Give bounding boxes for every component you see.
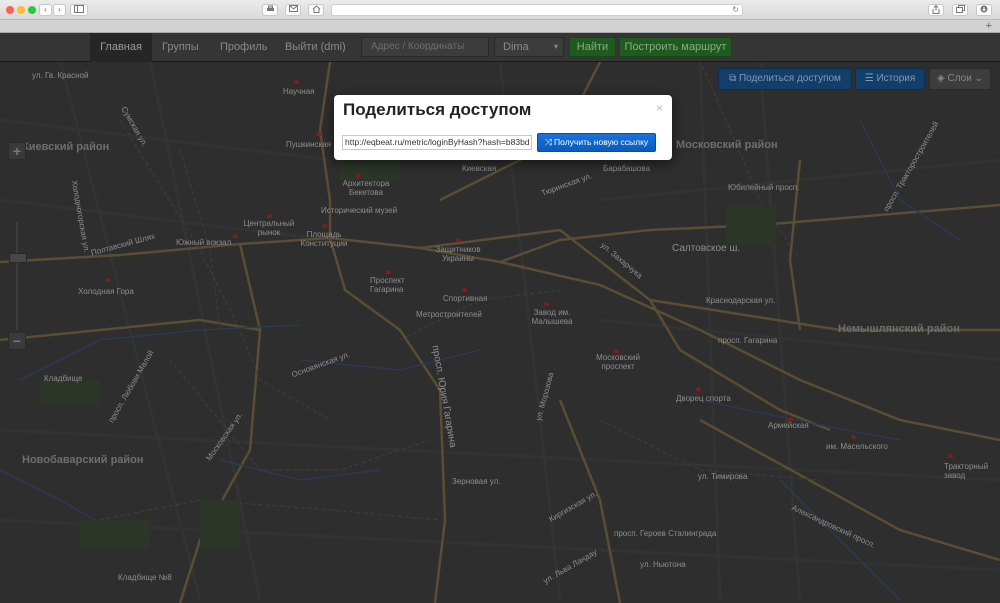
street-label: Юбилейный просп.: [728, 183, 800, 192]
station-label: Армейская: [768, 421, 809, 430]
list-icon: ☰: [864, 73, 877, 84]
metro-icon: [456, 238, 461, 242]
metro-icon: [462, 288, 467, 292]
station-label: Завод им. Малышева: [531, 308, 573, 326]
maximize-window-icon[interactable]: [28, 6, 36, 14]
metro-icon: [356, 173, 361, 177]
zoom-slider-handle[interactable]: [9, 253, 27, 263]
share-access-label: Поделиться доступом: [738, 73, 841, 84]
station-label: Спортивная: [443, 294, 488, 303]
layers-label: Слои: [947, 73, 972, 84]
metro-icon: [851, 435, 856, 439]
street-label: Краснодарская ул.: [706, 296, 776, 305]
find-button[interactable]: Найти: [569, 37, 616, 57]
minimize-window-icon[interactable]: [17, 6, 25, 14]
station-label: им. Масельского: [826, 442, 888, 451]
zoom-out-button[interactable]: −: [8, 332, 26, 350]
district-label: Новобаварский район: [22, 454, 144, 466]
street-label: Зерновая ул.: [452, 477, 501, 486]
nav-logout[interactable]: Выйти (dmi): [285, 33, 346, 62]
metro-icon: [233, 234, 238, 238]
station-label: Московский проспект: [596, 353, 640, 371]
district-label: Немышлянский район: [838, 323, 960, 335]
street-label: ул. Ньютона: [640, 560, 686, 569]
station-label: Центральный рынок: [243, 219, 295, 237]
modal-title: Поделиться доступом: [343, 100, 532, 119]
station-label: Киевская: [462, 164, 497, 173]
station-label: Метростроителей: [416, 310, 482, 319]
district-label: Киевский район: [22, 141, 110, 153]
history-button[interactable]: ☰ История: [855, 68, 925, 90]
metro-icon: [386, 270, 391, 274]
street-label: ул. Гв. Красной: [32, 71, 89, 80]
build-route-button[interactable]: Построить маршрут: [619, 37, 732, 57]
home-icon[interactable]: [308, 4, 324, 16]
address-bar[interactable]: ↻: [331, 4, 743, 16]
share-page-icon[interactable]: [928, 4, 944, 16]
reload-icon[interactable]: ↻: [732, 5, 739, 15]
metro-icon: [267, 214, 272, 218]
share-access-button[interactable]: ⧉ Поделиться доступом: [718, 68, 852, 90]
shuffle-icon: ⤨: [544, 137, 553, 147]
metro-icon: [544, 302, 549, 306]
tabs-overview-icon[interactable]: [952, 4, 968, 16]
tab-strip: +: [0, 20, 1000, 33]
share-url-input[interactable]: http://eqbeat.ru/metric/loginByHash?hash…: [342, 135, 532, 150]
street-label: просп. Героев Сталинграда: [614, 529, 717, 538]
street-label: Салтовское ш.: [672, 243, 741, 254]
address-search-input[interactable]: Адрес / Координаты: [361, 37, 489, 57]
station-label: Холодная Гора: [78, 287, 134, 296]
street-label: Кладбище: [44, 374, 83, 383]
history-label: История: [876, 73, 916, 84]
station-label: Проспект Гагарина: [370, 276, 405, 294]
nav-groups[interactable]: Группы: [162, 33, 199, 62]
chevron-down-icon: ▾: [553, 42, 558, 51]
station-label: Дворец спорта: [676, 394, 731, 403]
mail-icon[interactable]: [285, 4, 301, 16]
station-label: Южный вокзал: [176, 238, 232, 247]
back-button[interactable]: ‹: [39, 4, 52, 16]
metro-icon: [106, 278, 111, 282]
downloads-icon[interactable]: [976, 4, 992, 16]
metro-icon: [948, 454, 953, 458]
forward-button[interactable]: ›: [53, 4, 66, 16]
station-label: Исторический музей: [321, 206, 398, 215]
nav-profile[interactable]: Профиль: [220, 33, 268, 62]
street-label: Кладбище №8: [118, 573, 172, 582]
station-label: Научная: [283, 87, 315, 96]
browser-toolbar: ‹ › ↻: [0, 0, 1000, 20]
street-label: ул. Тимирова: [698, 472, 748, 481]
metro-icon: [322, 224, 327, 228]
station-label: Защитников Украины: [435, 245, 481, 263]
layers-icon: ◈: [937, 73, 948, 84]
user-select[interactable]: Dima ▾: [494, 37, 564, 57]
metro-icon: [294, 80, 299, 84]
close-icon[interactable]: ×: [656, 101, 663, 115]
user-select-value: Dima: [503, 41, 529, 53]
get-new-link-label: Получить новую ссылку: [554, 137, 649, 147]
close-window-icon[interactable]: [6, 6, 14, 14]
sidebar-toggle-icon[interactable]: [70, 4, 88, 16]
metro-icon: [696, 387, 701, 391]
new-tab-button[interactable]: +: [986, 20, 992, 32]
station-label: Барабашова: [603, 164, 650, 173]
layers-button[interactable]: ◈ Слои ⌄: [929, 68, 991, 90]
station-label: Архитектора Бекетова: [342, 179, 390, 197]
share-access-modal: Поделиться доступом × http://eqbeat.ru/m…: [334, 95, 672, 160]
metro-icon: [316, 132, 321, 136]
share-icon: ⧉: [729, 73, 739, 84]
chevron-down-icon: ⌄: [971, 73, 983, 84]
district-label: Московский район: [676, 139, 778, 151]
street-label: просп. Гагарина: [718, 336, 778, 345]
print-icon[interactable]: [262, 4, 278, 16]
station-label: Пушкинская: [286, 140, 332, 149]
nav-home[interactable]: Главная: [90, 33, 152, 62]
get-new-link-button[interactable]: ⤨ Получить новую ссылку: [537, 133, 656, 152]
station-label: Площадь Конституции: [300, 230, 348, 248]
zoom-in-button[interactable]: +: [8, 142, 26, 160]
zoom-slider-track[interactable]: [16, 222, 18, 330]
station-label: Тракторный завод: [944, 462, 989, 480]
